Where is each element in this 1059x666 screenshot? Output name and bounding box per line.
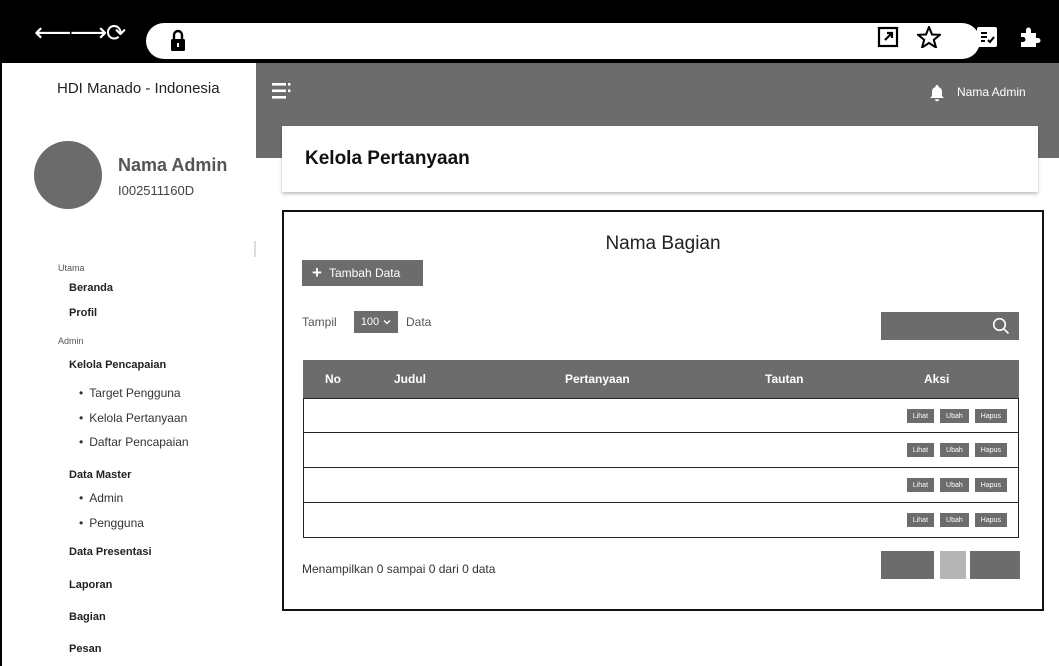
view-button[interactable]: Lihat (906, 409, 935, 423)
table-row: Lihat Ubah Hapus (303, 398, 1019, 433)
extensions-icon[interactable] (1017, 26, 1041, 48)
pagination-previous-button[interactable] (881, 551, 934, 579)
browser-toolbar: ⟵ ⟶ ⟳ (0, 0, 1059, 63)
lock-icon (171, 29, 185, 51)
add-data-button[interactable]: + Tambah Data (302, 260, 423, 286)
delete-button[interactable]: Hapus (974, 443, 1007, 457)
menu-icon[interactable] (272, 82, 292, 100)
view-button[interactable]: Lihat (906, 513, 935, 527)
delete-button[interactable]: Hapus (974, 409, 1007, 423)
sidebar-item-kelola-pencapaian[interactable]: Kelola Pencapaian (69, 359, 166, 371)
show-entries-label: Tampil (302, 315, 337, 329)
sidebar-item-profil[interactable]: Profil (69, 307, 97, 319)
sidebar-item-data-master[interactable]: Data Master (69, 469, 131, 481)
questions-table: No Judul Pertanyaan Tautan Aksi Lihat Ub… (303, 360, 1019, 538)
reload-icon[interactable]: ⟳ (106, 21, 126, 45)
row-actions: Lihat Ubah Hapus (906, 443, 1007, 457)
page-title: Kelola Pertanyaan (305, 148, 470, 169)
sidebar-subitem-target-pengguna[interactable]: Target Pengguna (79, 386, 180, 400)
entries-per-page-select[interactable]: 100 (354, 311, 398, 333)
edit-button[interactable]: Ubah (940, 443, 969, 457)
delete-button[interactable]: Hapus (974, 513, 1007, 527)
row-actions: Lihat Ubah Hapus (906, 513, 1007, 527)
show-entries-unit: Data (406, 315, 432, 329)
column-header-tautan: Tautan (765, 372, 804, 386)
avatar (34, 141, 102, 209)
sidebar-section-utama: Utama (58, 263, 85, 273)
profile-id: I002511160D (118, 183, 195, 198)
column-header-judul: Judul (394, 372, 426, 386)
table-row: Lihat Ubah Hapus (303, 468, 1019, 503)
sidebar-item-beranda[interactable]: Beranda (69, 282, 113, 294)
sidebar-subitem-daftar-pencapaian[interactable]: Daftar Pencapaian (79, 435, 188, 449)
column-header-no: No (325, 372, 341, 386)
search-icon[interactable] (992, 317, 1010, 335)
pagination-next-button[interactable] (970, 551, 1020, 579)
view-button[interactable]: Lihat (906, 478, 935, 492)
row-actions: Lihat Ubah Hapus (906, 478, 1007, 492)
reading-list-icon[interactable] (976, 26, 998, 48)
sidebar-section-admin: Admin (58, 336, 84, 346)
pagination-summary: Menampilkan 0 sampai 0 dari 0 data (302, 562, 496, 576)
edit-button[interactable]: Ubah (940, 478, 969, 492)
chevron-down-icon (383, 320, 391, 325)
edit-button[interactable]: Ubah (940, 513, 969, 527)
star-icon[interactable] (917, 26, 941, 48)
row-actions: Lihat Ubah Hapus (906, 409, 1007, 423)
sidebar-divider (254, 241, 256, 257)
sidebar-subitem-kelola-pertanyaan[interactable]: Kelola Pertanyaan (79, 411, 187, 425)
sidebar-subitem-pengguna[interactable]: Pengguna (79, 516, 144, 530)
table-row: Lihat Ubah Hapus (303, 503, 1019, 538)
sidebar-item-bagian[interactable]: Bagian (69, 611, 106, 623)
section-title: Nama Bagian (605, 233, 721, 254)
column-header-pertanyaan: Pertanyaan (565, 372, 630, 386)
address-bar[interactable] (146, 23, 980, 59)
sidebar-item-pesan[interactable]: Pesan (69, 643, 101, 655)
open-external-icon[interactable] (877, 26, 899, 48)
forward-icon[interactable]: ⟶ (70, 20, 107, 46)
header-admin-name[interactable]: Nama Admin (957, 85, 1026, 99)
table-row: Lihat Ubah Hapus (303, 433, 1019, 468)
sidebar-subitem-admin[interactable]: Admin (79, 491, 123, 505)
brand-name: HDI Manado - Indonesia (57, 80, 220, 97)
pagination-page-button[interactable] (940, 551, 966, 579)
search-input[interactable] (881, 312, 1019, 340)
edit-button[interactable]: Ubah (940, 409, 969, 423)
sidebar: HDI Manado - Indonesia Nama Admin I00251… (0, 63, 256, 666)
add-data-label: Tambah Data (328, 266, 401, 280)
table-header: No Judul Pertanyaan Tautan Aksi (303, 360, 1019, 398)
back-icon[interactable]: ⟵ (34, 20, 71, 46)
column-header-aksi: Aksi (924, 372, 950, 386)
content-panel: Nama Bagian + Tambah Data Tampil 100 Dat… (282, 210, 1044, 611)
sidebar-item-data-presentasi[interactable]: Data Presentasi (69, 546, 152, 558)
profile-name: Nama Admin (118, 155, 228, 175)
page-title-card: Kelola Pertanyaan (282, 126, 1038, 192)
entries-per-page-value: 100 (360, 316, 380, 328)
sidebar-item-laporan[interactable]: Laporan (69, 579, 112, 591)
view-button[interactable]: Lihat (906, 443, 935, 457)
bell-icon[interactable] (929, 84, 945, 102)
delete-button[interactable]: Hapus (974, 478, 1007, 492)
plus-icon: + (312, 263, 322, 282)
